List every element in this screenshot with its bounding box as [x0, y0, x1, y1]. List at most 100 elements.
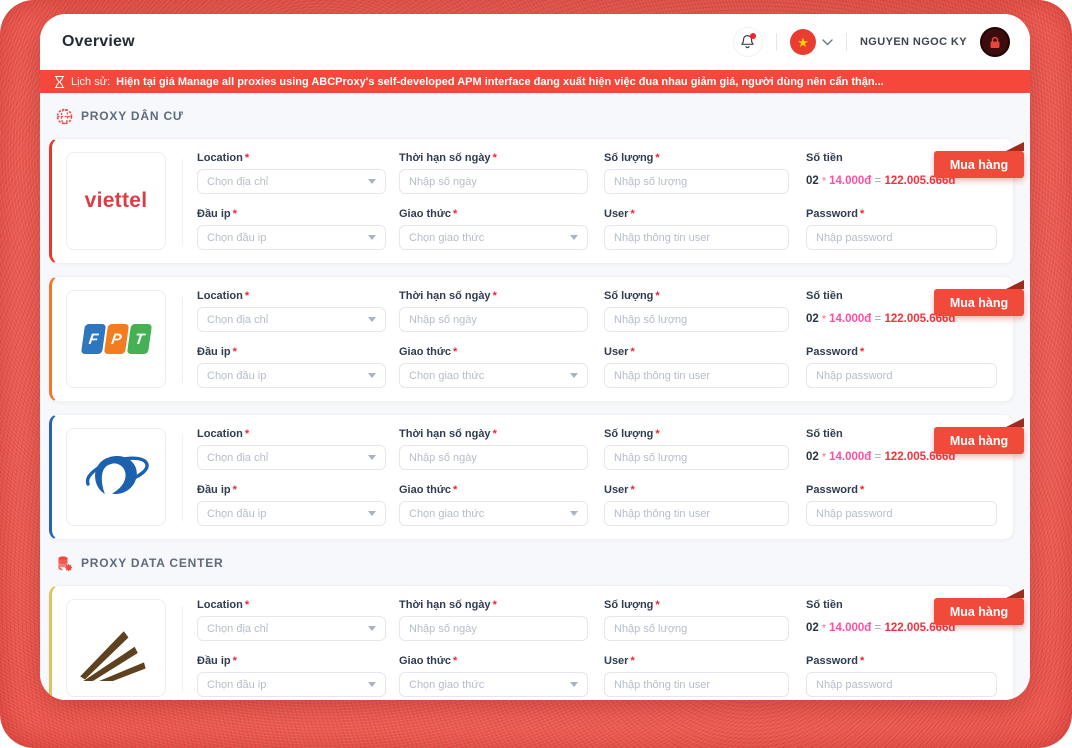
required-mark: *: [655, 290, 659, 302]
protocol-field: Giao thức* Chọn giao thức: [399, 346, 588, 388]
location-field: Location* Chọn địa chỉ: [197, 290, 386, 332]
protocol-label: Giao thức: [399, 484, 451, 496]
required-mark: *: [630, 655, 634, 667]
password-input[interactable]: [806, 363, 997, 388]
password-field: Password*: [806, 655, 997, 697]
page-title: Overview: [62, 33, 135, 51]
ip-prefix-select[interactable]: Chọn đầu ip: [197, 363, 386, 388]
required-mark: *: [453, 346, 457, 358]
location-field: Location* Chọn địa chỉ: [197, 152, 386, 194]
required-mark: *: [630, 346, 634, 358]
protocol-select[interactable]: Chọn giao thức: [399, 363, 588, 388]
duration-label: Thời hạn số ngày: [399, 428, 491, 440]
user-input[interactable]: [604, 501, 789, 526]
quantity-label: Số lượng: [604, 428, 653, 440]
location-field: Location* Chọn địa chỉ: [197, 428, 386, 470]
password-input[interactable]: [806, 672, 997, 697]
quantity-input[interactable]: [604, 307, 789, 332]
lock-icon: [989, 36, 1001, 49]
provider-logo-box: viettel F P T: [66, 152, 166, 250]
required-mark: *: [233, 346, 237, 358]
globe-icon: [56, 108, 73, 125]
language-selector[interactable]: ★: [790, 29, 833, 55]
protocol-field: Giao thức* Chọn giao thức: [399, 655, 588, 697]
select-caret-icon: [570, 373, 578, 378]
protocol-field: Giao thức* Chọn giao thức: [399, 208, 588, 250]
ip-prefix-select[interactable]: Chọn đầu ip: [197, 225, 386, 250]
duration-input[interactable]: [399, 169, 588, 194]
location-select[interactable]: Chọn địa chỉ: [197, 616, 386, 641]
buy-button[interactable]: Mua hàng: [934, 151, 1024, 178]
quantity-input[interactable]: [604, 616, 789, 641]
user-label: User: [604, 208, 628, 220]
location-select[interactable]: Chọn địa chỉ: [197, 307, 386, 332]
protocol-select[interactable]: Chọn giao thức: [399, 501, 588, 526]
password-input[interactable]: [806, 501, 997, 526]
protocol-select[interactable]: Chọn giao thức: [399, 672, 588, 697]
password-label: Password: [806, 208, 858, 220]
user-avatar[interactable]: [980, 27, 1010, 57]
quantity-field: Số lượng*: [604, 599, 789, 641]
select-caret-icon: [368, 626, 376, 631]
chevron-down-icon: [822, 39, 833, 46]
required-mark: *: [453, 208, 457, 220]
duration-field: Thời hạn số ngày*: [399, 290, 588, 332]
select-caret-icon: [368, 317, 376, 322]
duration-label: Thời hạn số ngày: [399, 290, 491, 302]
select-caret-icon: [368, 455, 376, 460]
quantity-input[interactable]: [604, 169, 789, 194]
user-input[interactable]: [604, 225, 789, 250]
location-select[interactable]: Chọn địa chỉ: [197, 169, 386, 194]
amount-label: Số tiền: [806, 152, 843, 164]
quantity-label: Số lượng: [604, 290, 653, 302]
location-select[interactable]: Chọn địa chỉ: [197, 445, 386, 470]
buy-button[interactable]: Mua hàng: [934, 598, 1024, 625]
duration-input[interactable]: [399, 616, 588, 641]
user-input[interactable]: [604, 672, 789, 697]
ip-prefix-field: Đầu ip* Chọn đầu ip: [197, 208, 386, 250]
required-mark: *: [860, 484, 864, 496]
proxy-data-center-card-list: viettel F P T: [40, 585, 1030, 700]
proxy-offer-card: viettel F P T: [49, 276, 1014, 402]
required-mark: *: [245, 290, 249, 302]
required-mark: *: [860, 208, 864, 220]
ip-prefix-select[interactable]: Chọn đầu ip: [197, 672, 386, 697]
ip-prefix-label: Đầu ip: [197, 208, 231, 220]
logo-divider: [182, 159, 183, 245]
fpt-logo: F P T: [80, 324, 151, 354]
location-label: Location: [197, 599, 243, 611]
proxy-offer-card: viettel F P T: [49, 585, 1014, 700]
duration-field: Thời hạn số ngày*: [399, 152, 588, 194]
quantity-input[interactable]: [604, 445, 789, 470]
history-alert-banner: Lịch sử: Hiện tại giá Manage all proxies…: [40, 70, 1030, 93]
ip-prefix-label: Đầu ip: [197, 484, 231, 496]
provider-logo-box: viettel F P T: [66, 599, 166, 697]
proxy-offer-card: viettel F P T: [49, 414, 1014, 540]
duration-input[interactable]: [399, 307, 588, 332]
section-proxy-dan-cu: PROXY DÂN CƯ: [56, 106, 1030, 126]
password-input[interactable]: [806, 225, 997, 250]
ip-prefix-field: Đầu ip* Chọn đầu ip: [197, 655, 386, 697]
quantity-label: Số lượng: [604, 599, 653, 611]
notification-bell-button[interactable]: [733, 27, 763, 57]
select-caret-icon: [570, 511, 578, 516]
required-mark: *: [245, 428, 249, 440]
required-mark: *: [493, 599, 497, 611]
quantity-field: Số lượng*: [604, 290, 789, 332]
user-input[interactable]: [604, 363, 789, 388]
buy-button[interactable]: Mua hàng: [934, 289, 1024, 316]
amount-label: Số tiền: [806, 428, 843, 440]
protocol-label: Giao thức: [399, 208, 451, 220]
buy-button[interactable]: Mua hàng: [934, 427, 1024, 454]
user-label: User: [604, 346, 628, 358]
ip-prefix-label: Đầu ip: [197, 346, 231, 358]
required-mark: *: [233, 208, 237, 220]
logo-divider: [182, 435, 183, 521]
duration-input[interactable]: [399, 445, 588, 470]
protocol-field: Giao thức* Chọn giao thức: [399, 484, 588, 526]
protocol-select[interactable]: Chọn giao thức: [399, 225, 588, 250]
proxy-offer-card: viettel F P T: [49, 138, 1014, 264]
select-caret-icon: [368, 235, 376, 240]
ip-prefix-select[interactable]: Chọn đầu ip: [197, 501, 386, 526]
provider-logo-box: viettel F P T: [66, 428, 166, 526]
